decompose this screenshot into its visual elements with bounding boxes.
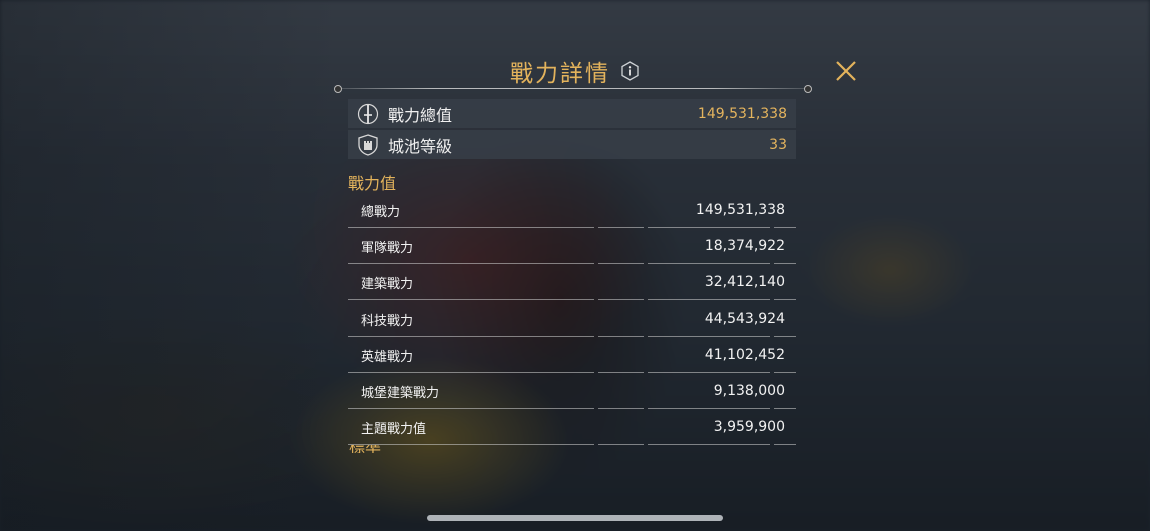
row-label: 建築戰力 <box>361 276 414 292</box>
row-value: 149,531,338 <box>695 202 785 218</box>
table-row: 建築戰力 32,412,140 <box>348 264 796 300</box>
summary-label: 戰力總值 <box>388 105 453 125</box>
section-title-power: 戰力值 <box>348 174 397 193</box>
row-value: 44,543,924 <box>704 311 785 327</box>
dialog-header: 戰力詳情 <box>0 54 1150 88</box>
table-row: 英雄戰力 41,102,452 <box>348 337 796 373</box>
row-value: 32,412,140 <box>704 274 785 290</box>
header-divider <box>334 85 812 93</box>
table-row: 主題戰力值 3,959,900 <box>348 409 796 445</box>
info-icon[interactable] <box>620 61 640 81</box>
table-row: 城堡建築戰力 9,138,000 <box>348 373 796 409</box>
sword-icon <box>357 103 379 125</box>
summary-label: 城池等級 <box>388 136 453 156</box>
summary-row-total-power: 戰力總值 149,531,338 <box>348 99 796 128</box>
dialog-title: 戰力詳情 <box>510 61 610 87</box>
castle-shield-icon <box>357 133 379 156</box>
row-value: 41,102,452 <box>704 347 785 363</box>
table-row: 總戰力 149,531,338 <box>348 192 796 228</box>
row-label: 科技戰力 <box>361 313 414 329</box>
summary-value: 149,531,338 <box>697 105 787 122</box>
table-row: 軍隊戰力 18,374,922 <box>348 228 796 264</box>
row-value: 18,374,922 <box>704 238 785 254</box>
table-row: 科技戰力 44,543,924 <box>348 301 796 337</box>
summary-row-city-level: 城池等級 33 <box>348 130 796 159</box>
next-section-title-partial: 標準 <box>349 445 381 453</box>
row-label: 英雄戰力 <box>361 349 414 365</box>
row-label: 總戰力 <box>361 204 401 220</box>
row-label: 軍隊戰力 <box>361 240 414 256</box>
row-value: 3,959,900 <box>713 419 785 435</box>
home-indicator[interactable] <box>427 515 723 521</box>
row-label: 城堡建築戰力 <box>361 385 440 401</box>
row-value: 9,138,000 <box>713 383 785 399</box>
close-icon[interactable] <box>834 59 858 83</box>
summary-value: 33 <box>769 136 787 153</box>
row-label: 主題戰力值 <box>361 421 427 437</box>
